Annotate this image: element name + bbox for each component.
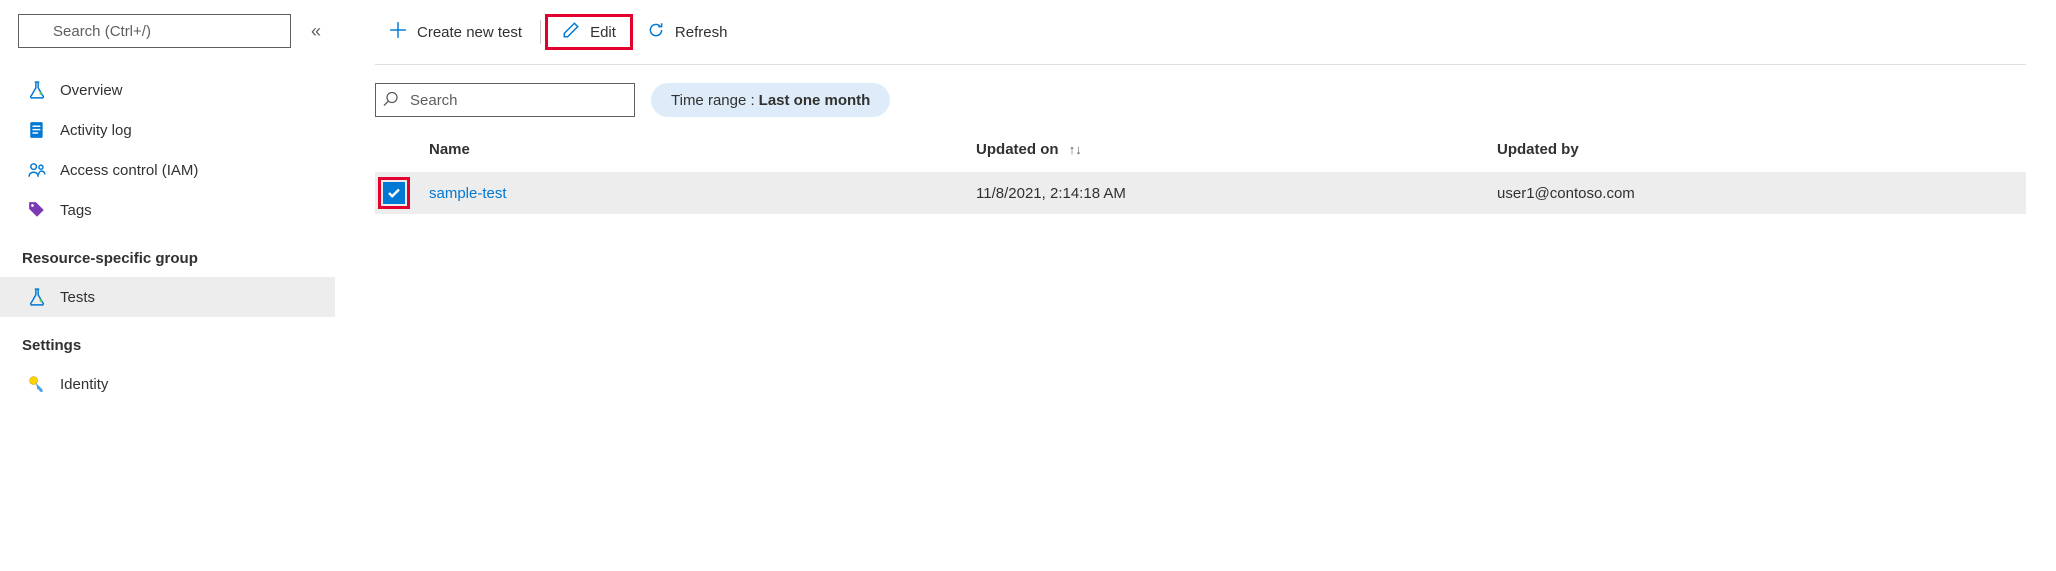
tag-icon	[28, 201, 46, 219]
edit-button[interactable]: Edit	[545, 14, 633, 50]
sidebar-search-input[interactable]	[18, 14, 291, 48]
table-header: Name Updated on ↑↓ Updated by	[375, 127, 2026, 172]
table-row[interactable]: sample-test 11/8/2021, 2:14:18 AM user1@…	[375, 172, 2026, 214]
sidebar-item-activity-log[interactable]: Activity log	[18, 110, 335, 150]
create-new-test-button[interactable]: Create new test	[375, 17, 536, 47]
main-search-box	[375, 83, 635, 117]
log-icon	[28, 121, 46, 139]
flask-icon	[28, 81, 46, 99]
sidebar-section-resource-group: Resource-specific group	[22, 250, 335, 267]
time-range-label: Time range :	[671, 92, 755, 109]
time-range-value: Last one month	[759, 92, 871, 109]
main-search-input[interactable]	[375, 83, 635, 117]
sidebar-search-row: «	[18, 14, 335, 48]
toolbar-label: Refresh	[675, 24, 728, 41]
toolbar-label: Edit	[590, 24, 616, 41]
sidebar-item-label: Access control (IAM)	[60, 162, 198, 179]
toolbar-label: Create new test	[417, 24, 522, 41]
pencil-icon	[562, 21, 580, 43]
col-updated-on-label: Updated on	[976, 141, 1059, 158]
sidebar-item-label: Identity	[60, 376, 108, 393]
updated-on-cell: 11/8/2021, 2:14:18 AM	[976, 185, 1497, 202]
sidebar-item-tests[interactable]: Tests	[0, 277, 335, 317]
refresh-icon	[647, 21, 665, 43]
collapse-sidebar-button[interactable]: «	[311, 21, 321, 42]
sidebar-item-tags[interactable]: Tags	[18, 190, 335, 230]
people-icon	[28, 161, 46, 179]
flask-icon	[28, 288, 46, 306]
sidebar-search-box	[18, 14, 291, 48]
sort-icon: ↑↓	[1069, 142, 1082, 157]
sidebar-item-access-control[interactable]: Access control (IAM)	[18, 150, 335, 190]
refresh-button[interactable]: Refresh	[633, 17, 742, 47]
toolbar-separator	[540, 20, 541, 44]
col-name-header[interactable]: Name	[429, 141, 976, 158]
sidebar-item-identity[interactable]: Identity	[18, 364, 335, 404]
sidebar: « Overview Activity log Access control (…	[0, 0, 335, 571]
tests-table: Name Updated on ↑↓ Updated by sample-tes…	[375, 127, 2026, 214]
key-icon	[28, 375, 46, 393]
plus-icon	[389, 21, 407, 43]
col-updated-on-header[interactable]: Updated on ↑↓	[976, 141, 1497, 158]
search-icon	[383, 91, 399, 110]
filter-row: Time range : Last one month	[375, 83, 2026, 117]
main-panel: Create new test Edit Refresh Time range …	[335, 0, 2056, 571]
updated-by-cell: user1@contoso.com	[1497, 185, 2018, 202]
test-name-link[interactable]: sample-test	[429, 185, 507, 202]
col-updated-by-header[interactable]: Updated by	[1497, 141, 2018, 158]
time-range-filter[interactable]: Time range : Last one month	[651, 83, 890, 117]
sidebar-item-overview[interactable]: Overview	[18, 70, 335, 110]
sidebar-item-label: Tags	[60, 202, 92, 219]
sidebar-item-label: Overview	[60, 82, 123, 99]
row-checkbox[interactable]	[383, 182, 405, 204]
sidebar-item-label: Tests	[60, 289, 95, 306]
sidebar-section-settings: Settings	[22, 337, 335, 354]
toolbar: Create new test Edit Refresh	[375, 14, 2026, 65]
sidebar-item-label: Activity log	[60, 122, 132, 139]
